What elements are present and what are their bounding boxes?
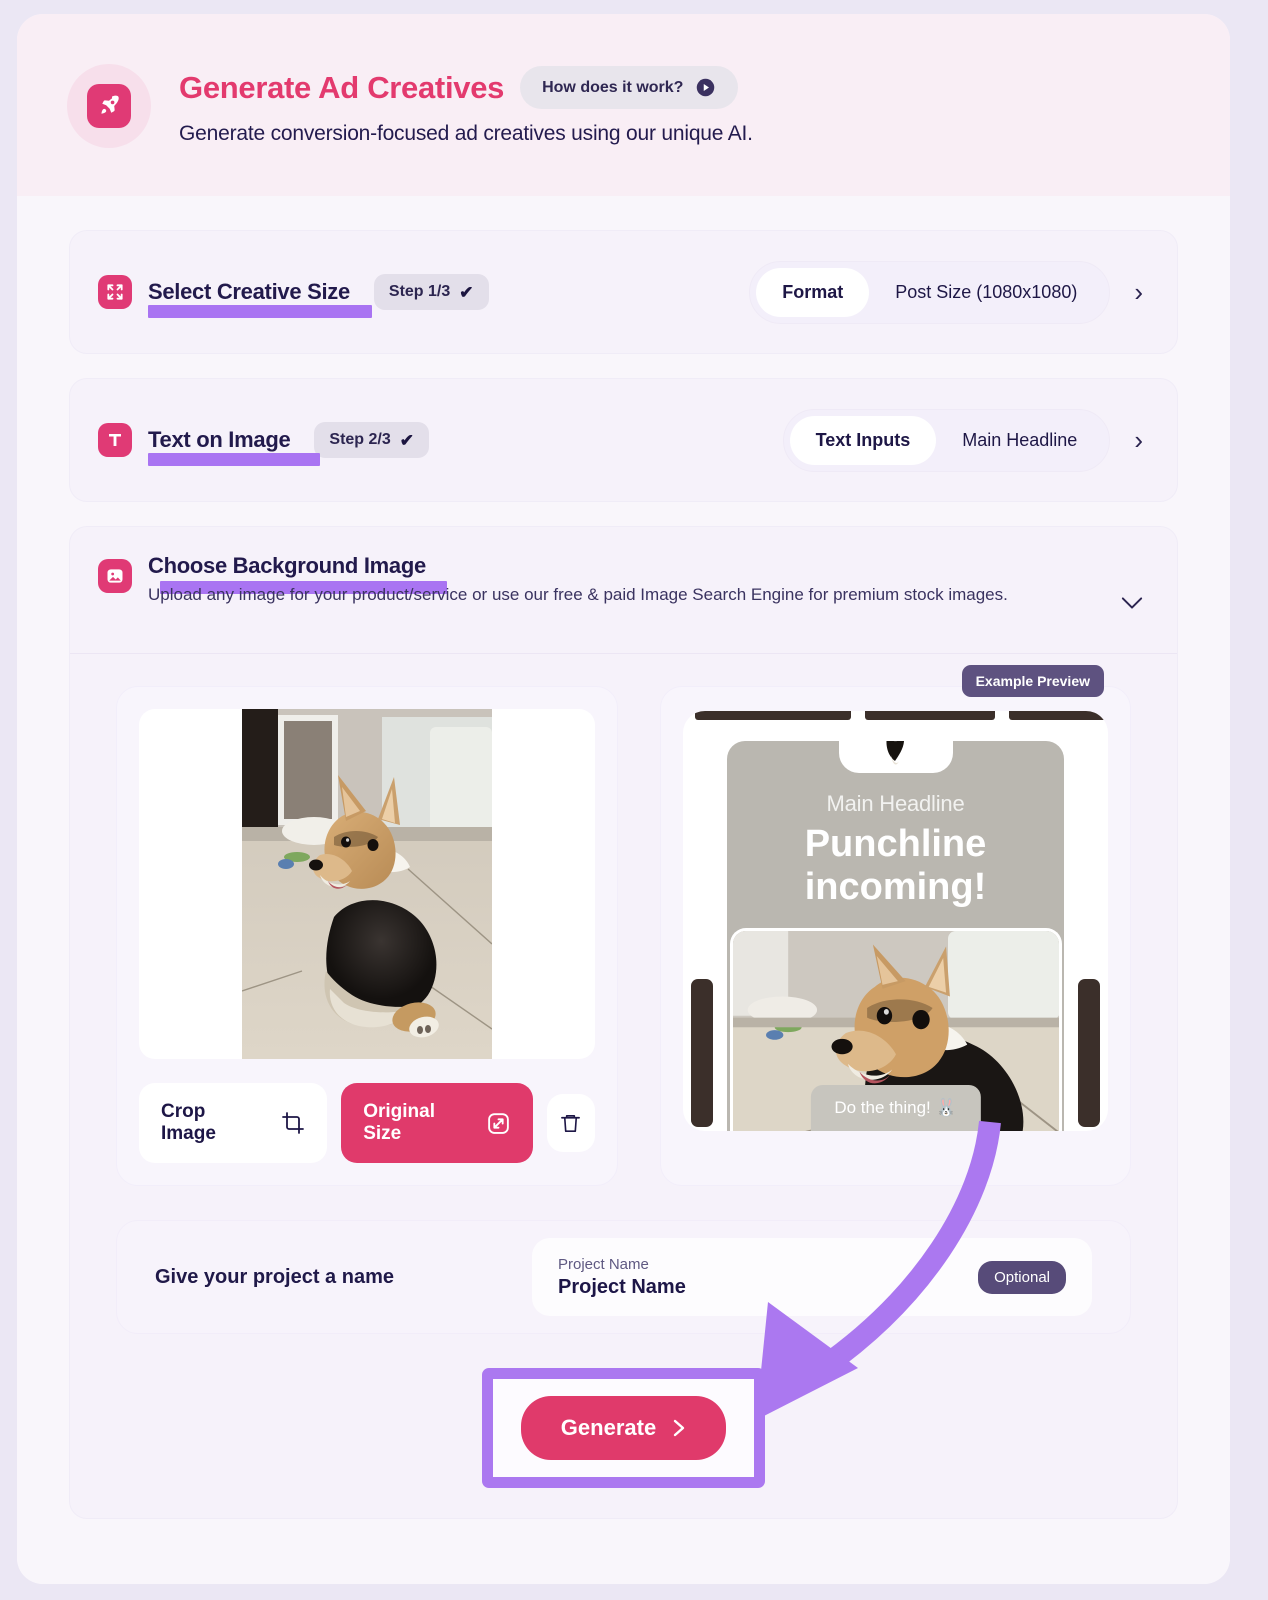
crop-icon [281,1111,305,1135]
format-segment[interactable]: Format Post Size (1080x1080) [749,260,1111,324]
text-t-icon [98,423,132,457]
project-field-value: Project Name [557,1275,686,1298]
step-label: Step 1/3 [388,283,451,300]
project-field-caption: Project Name [557,1255,649,1273]
device-bar-right [1009,711,1108,720]
section-title-wrap: Text on Image [148,427,320,466]
project-field-inner: Project Name Project Name [558,1256,686,1299]
image-action-buttons: Crop Image Original Size [139,1083,595,1163]
section-controls: Format Post Size (1080x1080) › [749,260,1149,324]
page-title: Generate Ad Creatives [179,69,505,105]
section-title: Select Creative Size [148,279,350,304]
page-subtitle: Generate conversion-focused ad creatives… [179,122,753,145]
project-name-label: Give your project a name [155,1265,394,1288]
original-size-button[interactable]: Original Size [341,1083,533,1163]
background-section-body: Crop Image Original Size Example Preview… [70,654,1177,1518]
app-root: Generate Ad Creatives How does it work? … [0,0,1268,1600]
play-circle-icon [695,77,716,98]
image-frame [139,709,595,1059]
device-side-right [1078,979,1100,1127]
section-header: Choose Background Image Upload any image… [70,527,1177,653]
chevron-right-icon[interactable]: › [1128,279,1149,305]
resize-icon [486,1111,511,1136]
section-header: Select Creative Size Step 1/3 ✔ Format P… [70,231,1177,353]
chevron-right-icon [672,1418,686,1438]
notch-avatar [838,741,953,773]
section-description: Upload any image for your product/servic… [148,585,1008,604]
preview-punchline-2: incoming! [804,866,987,909]
highlight-marker [148,305,372,318]
chevron-right-icon[interactable]: › [1128,427,1149,453]
image-icon [98,559,132,593]
preview-panel: Example Preview Main Headline Punchline … [660,665,1131,1186]
section-text-on-image[interactable]: Text on Image Step 2/3 ✔ Text Inputs Mai… [69,378,1178,502]
corgi-dog-photo [242,709,492,1059]
corgi-thumb-icon [872,741,919,773]
section-controls [1115,596,1149,610]
chevron-down-icon[interactable] [1115,596,1149,610]
step-badge-2[interactable]: Step 2/3 ✔ [314,422,429,458]
section-controls: Text Inputs Main Headline › [782,408,1149,472]
step-label: Step 2/3 [329,431,391,448]
generate-button[interactable]: Generate [520,1396,727,1460]
check-icon: ✔ [399,430,414,450]
device-side-left [691,979,713,1127]
generate-area: Generate [116,1368,1131,1488]
how-does-it-work-label: How does it work? [542,78,684,96]
page-shell: Generate Ad Creatives How does it work? … [17,14,1230,1584]
expand-arrows-icon [98,275,132,309]
optional-badge: Optional [978,1260,1066,1294]
section-select-creative-size[interactable]: Select Creative Size Step 1/3 ✔ Format P… [69,230,1178,354]
crop-image-button[interactable]: Crop Image [139,1083,328,1163]
preview-punchline-1: Punchline [804,823,987,865]
section-title-wrap: Choose Background Image Upload any image… [148,553,1008,605]
trash-icon [559,1112,582,1135]
header-text: Generate Ad Creatives How does it work? … [179,62,753,146]
text-inputs-segment[interactable]: Text Inputs Main Headline [782,408,1111,472]
device-mockup: Main Headline Punchline incoming! Do the… [683,711,1108,1131]
generate-label: Generate [560,1415,657,1440]
project-name-input[interactable]: Project Name Project Name Optional [531,1238,1092,1316]
tab-format[interactable]: Format [756,267,870,317]
preview-headline: Main Headline [826,791,965,816]
section-choose-background-image[interactable]: Choose Background Image Upload any image… [69,526,1178,1519]
format-value[interactable]: Post Size (1080x1080) [869,268,1103,317]
rocket-icon [87,84,131,128]
original-size-label: Original Size [363,1101,435,1144]
page-header: Generate Ad Creatives How does it work? … [17,14,1230,196]
project-name-row: Give your project a name Project Name Pr… [116,1220,1131,1334]
generate-highlight-box: Generate [481,1368,766,1488]
section-title-wrap: Select Creative Size [148,279,372,318]
section-header: Text on Image Step 2/3 ✔ Text Inputs Mai… [70,379,1177,501]
delete-image-button[interactable] [546,1094,595,1152]
section-title: Choose Background Image [148,553,426,578]
uploaded-image-panel: Crop Image Original Size [116,686,618,1186]
preview-cta-button[interactable]: Do the thing! 🐰 [810,1085,981,1131]
highlight-marker [148,453,320,466]
check-icon: ✔ [459,282,474,302]
how-does-it-work-button[interactable]: How does it work? [520,66,739,109]
section-title: Text on Image [148,427,291,452]
device-bar-left [695,711,851,720]
example-preview-badge: Example Preview [961,665,1104,697]
crop-image-label: Crop Image [161,1101,216,1144]
app-logo [67,64,151,148]
body-area: Select Creative Size Step 1/3 ✔ Format P… [17,196,1230,1584]
tab-text-inputs[interactable]: Text Inputs [789,415,937,465]
device-bar-center [865,711,995,720]
step-badge-1[interactable]: Step 1/3 ✔ [373,274,489,310]
text-inputs-value[interactable]: Main Headline [936,416,1103,465]
header-title-row: Generate Ad Creatives How does it work? [179,66,753,109]
creative-preview: Main Headline Punchline incoming! Do the… [727,741,1064,1131]
panels: Crop Image Original Size Example Preview… [116,665,1131,1186]
